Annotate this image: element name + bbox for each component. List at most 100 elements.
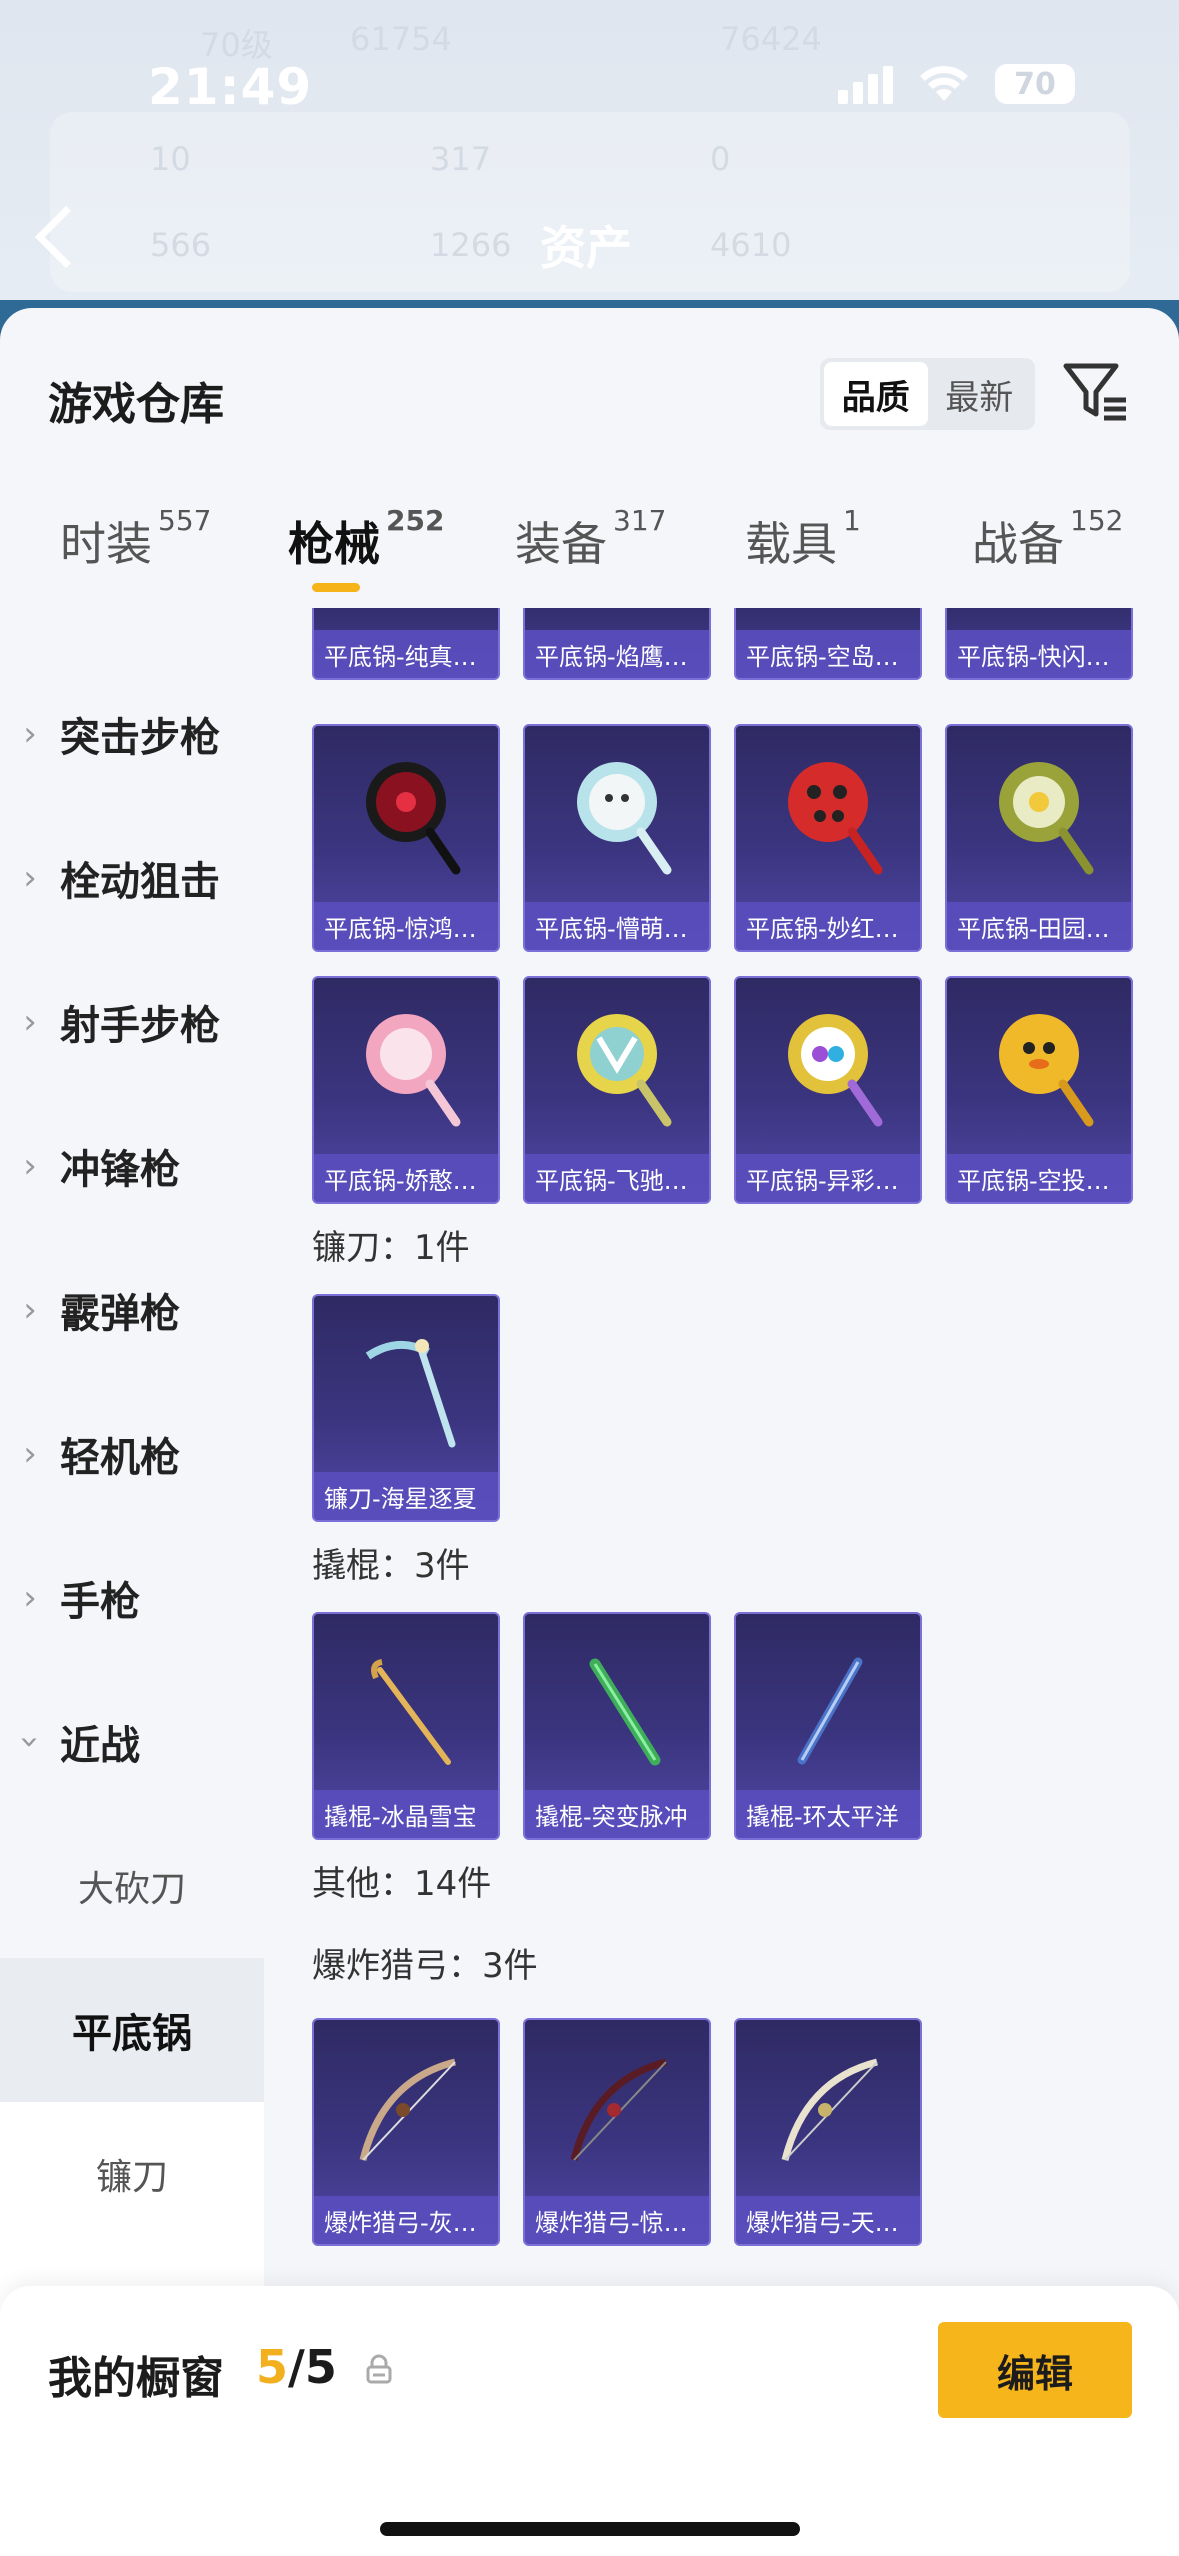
filter-icon[interactable]: [1060, 356, 1130, 426]
item-card[interactable]: 镰刀-海星逐夏: [312, 1294, 500, 1522]
item-card[interactable]: 平底锅-快闪…: [945, 608, 1133, 680]
item-card[interactable]: 平底锅-田园…: [945, 724, 1133, 952]
sidebar-sub-sickle[interactable]: 镰刀: [0, 2102, 264, 2246]
pan-icon: [736, 978, 920, 1158]
item-card[interactable]: 平底锅-飞驰…: [523, 976, 711, 1204]
item-card[interactable]: 平底锅-懵萌…: [523, 724, 711, 952]
warehouse-sheet: 游戏仓库 品质 最新 时装 557 枪械 252 装备 317 载具 1 战备 152 ›…: [0, 308, 1179, 2556]
section-title-crowbar: 撬棍：3件: [312, 1546, 470, 1586]
tab-count: 252: [386, 503, 445, 537]
sidebar-item-marksman-rifle[interactable]: › 射手步枪: [0, 950, 264, 1094]
bow-icon: [314, 2020, 498, 2200]
item-card[interactable]: 撬棍-突变脉冲: [523, 1612, 711, 1840]
tab-vehicles[interactable]: 载具 1: [745, 504, 861, 574]
section-title-sickle: 镰刀：1件: [312, 1228, 470, 1268]
sidebar-item-melee[interactable]: › 近战: [0, 1670, 264, 1814]
chevron-right-icon: ›: [23, 1146, 37, 1186]
sickle-icon: [314, 1296, 498, 1476]
pan-icon: [314, 726, 498, 906]
background-header: 70级 61754 76424 10 317 0 566 1266 4610 资…: [0, 0, 1179, 330]
item-name: 撬棍-突变脉冲: [525, 1790, 709, 1838]
tab-equipment[interactable]: 装备 317: [515, 504, 666, 574]
item-name: 平底锅-异彩…: [736, 1154, 920, 1202]
sidebar-item-smg[interactable]: › 冲锋枪: [0, 1094, 264, 1238]
pan-icon: [314, 978, 498, 1158]
home-indicator: [380, 2522, 800, 2536]
status-icons: 70: [838, 64, 1075, 104]
item-name: 平底锅-妙红…: [736, 902, 920, 950]
item-card[interactable]: 平底锅-空岛…: [734, 608, 922, 680]
sort-quality-button[interactable]: 品质: [824, 362, 928, 426]
tab-supplies[interactable]: 战备 152: [972, 504, 1123, 574]
pan-icon: [525, 726, 709, 906]
item-card[interactable]: 平底锅-妙红…: [734, 724, 922, 952]
edit-button[interactable]: 编辑: [938, 2322, 1132, 2418]
crowbar-icon: [525, 1614, 709, 1794]
sidebar-item-bolt-sniper[interactable]: › 栓动狙击: [0, 806, 264, 950]
sidebar-item-label: 霰弹枪: [60, 1291, 180, 1337]
item-card[interactable]: 平底锅-空投…: [945, 976, 1133, 1204]
sidebar-sub-machete[interactable]: 大砍刀: [0, 1814, 264, 1958]
ghost-stat: 317: [430, 140, 492, 178]
ghost-stat: 61754: [350, 20, 452, 58]
category-tabs: 时装 557 枪械 252 装备 317 载具 1 战备 152: [0, 498, 1179, 608]
sidebar-item-label: 射手步枪: [60, 1003, 220, 1049]
chevron-down-icon: ›: [10, 1735, 50, 1749]
item-grid: 平底锅-纯真… 平底锅-焰鹰… 平底锅-空岛… 平底锅-快闪… 平底锅-惊鸿… …: [264, 608, 1179, 2556]
item-card[interactable]: 撬棍-冰晶雪宝: [312, 1612, 500, 1840]
chevron-right-icon: ›: [23, 1002, 37, 1042]
item-name: 平底锅-飞驰…: [525, 1154, 709, 1202]
item-name: 平底锅-纯真…: [314, 630, 498, 678]
item-name: 爆炸猎弓-天…: [736, 2196, 920, 2244]
tab-fashion[interactable]: 时装 557: [60, 504, 211, 574]
pan-icon: [525, 978, 709, 1158]
item-card[interactable]: 平底锅-异彩…: [734, 976, 922, 1204]
ghost-stat: 0: [710, 140, 731, 178]
background-title: 资产: [540, 221, 632, 275]
pan-icon: [736, 726, 920, 906]
item-name: 爆炸猎弓-惊…: [525, 2196, 709, 2244]
item-name: 平底锅-空岛…: [736, 630, 920, 678]
item-card[interactable]: 爆炸猎弓-天…: [734, 2018, 922, 2246]
lock-icon: [366, 2354, 392, 2384]
tab-count: 317: [613, 503, 667, 537]
showcase-bar: 我的橱窗 5/5 编辑: [0, 2286, 1179, 2556]
item-card[interactable]: 平底锅-惊鸿…: [312, 724, 500, 952]
crowbar-icon: [736, 1614, 920, 1794]
wifi-icon: [920, 66, 968, 101]
item-name: 平底锅-惊鸿…: [314, 902, 498, 950]
section-title-other: 其他：14件: [312, 1864, 492, 1904]
sidebar-item-label: 冲锋枪: [60, 1147, 180, 1193]
item-card[interactable]: 平底锅-纯真…: [312, 608, 500, 680]
status-time: 21:49: [148, 58, 313, 116]
ghost-stat: 76424: [720, 20, 822, 58]
sidebar-item-label: 轻机枪: [60, 1435, 180, 1481]
sidebar-item-label: 手枪: [60, 1579, 140, 1625]
sidebar-item-assault-rifle[interactable]: › 突击步枪: [0, 662, 264, 806]
item-name: 平底锅-空投…: [947, 1154, 1131, 1202]
item-card[interactable]: 爆炸猎弓-灰…: [312, 2018, 500, 2246]
tab-guns[interactable]: 枪械 252: [288, 504, 444, 574]
item-name: 撬棍-环太平洋: [736, 1790, 920, 1838]
bow-icon: [736, 2020, 920, 2200]
sidebar-item-pistol[interactable]: › 手枪: [0, 1526, 264, 1670]
item-card[interactable]: 爆炸猎弓-惊…: [523, 2018, 711, 2246]
item-card[interactable]: 平底锅-焰鹰…: [523, 608, 711, 680]
item-card[interactable]: 平底锅-娇憨…: [312, 976, 500, 1204]
chevron-right-icon: ›: [23, 1290, 37, 1330]
crowbar-icon: [314, 1614, 498, 1794]
sort-toggle: 品质 最新: [820, 358, 1035, 430]
sort-latest-button[interactable]: 最新: [928, 362, 1032, 426]
tab-label: 装备: [515, 517, 607, 571]
sidebar-item-shotgun[interactable]: › 霰弹枪: [0, 1238, 264, 1382]
showcase-count-total: /5: [288, 2340, 337, 2394]
ghost-stat: 1266: [430, 226, 512, 264]
tab-label: 枪械: [288, 517, 380, 571]
item-card[interactable]: 撬棍-环太平洋: [734, 1612, 922, 1840]
active-tab-indicator: [312, 583, 360, 592]
sidebar-item-lmg[interactable]: › 轻机枪: [0, 1382, 264, 1526]
tab-label: 时装: [60, 517, 152, 571]
sidebar-sub-pan[interactable]: 平底锅: [0, 1958, 264, 2102]
tab-count: 152: [1070, 503, 1124, 537]
item-name: 爆炸猎弓-灰…: [314, 2196, 498, 2244]
